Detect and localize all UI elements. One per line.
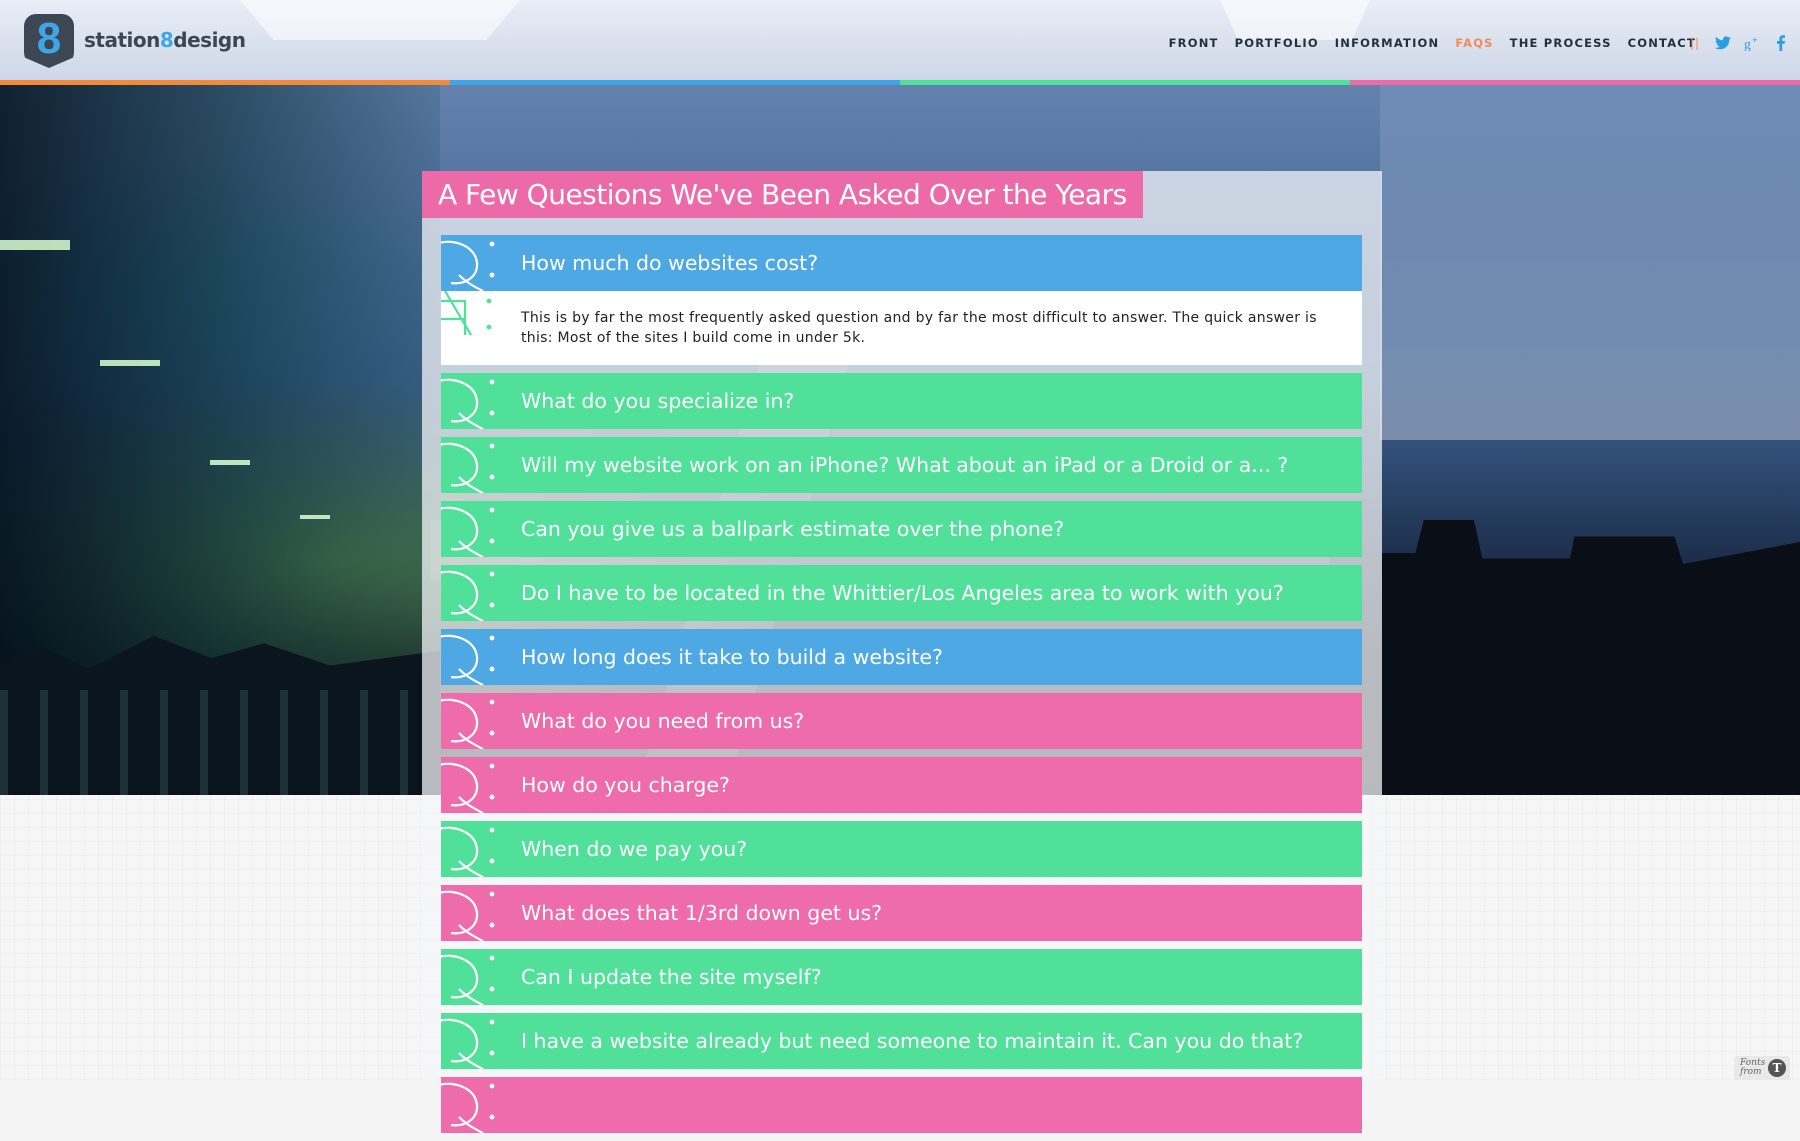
color-bar-orange <box>0 80 450 85</box>
page-title: A Few Questions We've Been Asked Over th… <box>438 178 1127 211</box>
logo-badge[interactable]: 8 <box>24 14 74 68</box>
question-mark-icon <box>438 565 501 622</box>
background-building <box>1382 520 1800 795</box>
question-mark-icon <box>438 437 501 494</box>
header-color-bar <box>0 80 1800 85</box>
faq-item: I have a website already but need someon… <box>438 1013 1362 1070</box>
faq-question-text: When do we pay you? <box>521 837 748 861</box>
page-title-box: A Few Questions We've Been Asked Over th… <box>422 171 1143 218</box>
logo-badge-number: 8 <box>36 14 62 63</box>
faq-question-row[interactable]: When do we pay you? <box>438 821 1362 878</box>
faq-item: How do you charge? <box>438 757 1362 814</box>
ceiling-light <box>300 515 330 519</box>
nav-item-contact[interactable]: CONTACT <box>1628 36 1696 50</box>
faq-item: How long does it take to build a website… <box>438 629 1362 686</box>
faq-question-text: What does that 1/3rd down get us? <box>521 901 883 925</box>
faq-item: Will my website work on an iPhone? What … <box>438 437 1362 494</box>
nav-item-faqs[interactable]: FAQS <box>1455 36 1493 50</box>
nav-item-front[interactable]: FRONT <box>1169 36 1219 50</box>
main-nav: FRONT PORTFOLIO INFORMATION FAQS THE PROCESS… <box>1169 36 1696 50</box>
question-mark-icon <box>438 757 501 814</box>
faq-item: What do you specialize in? <box>438 373 1362 430</box>
faq-question-row[interactable] <box>438 1077 1362 1134</box>
nav-item-portfolio[interactable]: PORTFOLIO <box>1235 36 1319 50</box>
color-bar-blue <box>450 80 900 85</box>
ceiling-light <box>0 240 70 250</box>
question-mark-icon <box>438 885 501 942</box>
question-mark-icon <box>438 821 501 878</box>
faq-question-row[interactable]: Can I update the site myself? <box>438 949 1362 1006</box>
faq-question-text: Will my website work on an iPhone? What … <box>521 453 1289 477</box>
faq-question-text: What do you specialize in? <box>521 389 795 413</box>
faq-question-row[interactable]: What do you specialize in? <box>438 373 1362 430</box>
facebook-icon[interactable] <box>1772 34 1790 52</box>
background-sky <box>1380 80 1800 440</box>
fonts-badge-line2: from <box>1740 1067 1762 1077</box>
question-mark-icon <box>438 1077 501 1134</box>
faq-question-row[interactable]: How do you charge? <box>438 757 1362 814</box>
faq-question-text: How much do websites cost? <box>521 251 819 275</box>
faq-question-text: How do you charge? <box>521 773 730 797</box>
logo-text-station: station <box>84 28 160 52</box>
nav-item-information[interactable]: INFORMATION <box>1335 36 1440 50</box>
question-mark-icon <box>438 373 501 430</box>
faq-item: Do I have to be located in the Whittier/… <box>438 565 1362 622</box>
faq-question-text: Can I update the site myself? <box>521 965 822 989</box>
nav-separator: || <box>1690 36 1701 50</box>
logo-text-eight: 8 <box>159 28 174 52</box>
question-mark-icon <box>438 235 501 292</box>
faq-answer: This is by far the most frequently asked… <box>441 290 1362 365</box>
question-mark-icon <box>438 693 501 750</box>
color-bar-green <box>900 80 1350 85</box>
faq-item: How much do websites cost? This is by far… <box>438 235 1362 365</box>
color-bar-pink <box>1350 80 1800 85</box>
twitter-icon[interactable] <box>1714 34 1732 52</box>
faq-list: How much do websites cost? This is by far… <box>438 235 1362 1141</box>
faq-question-row[interactable]: Do I have to be located in the Whittier/… <box>438 565 1362 622</box>
question-mark-icon <box>438 501 501 558</box>
site-header: 8 station8design FRONT PORTFOLIO INFORMATI… <box>0 0 1800 80</box>
fonts-badge[interactable]: Fonts from T <box>1734 1056 1790 1080</box>
logo-text-design: design <box>173 28 246 52</box>
faq-question-text: Can you give us a ballpark estimate over… <box>521 517 1065 541</box>
nav-item-the-process[interactable]: THE PROCESS <box>1510 36 1612 50</box>
ceiling-light <box>100 360 160 366</box>
header-glare <box>240 0 520 40</box>
faq-item: What does that 1/3rd down get us? <box>438 885 1362 942</box>
faq-item: What do you need from us? <box>438 693 1362 750</box>
faq-question-row[interactable]: How much do websites cost? <box>438 235 1362 292</box>
question-mark-icon <box>438 1013 501 1070</box>
faq-question-row[interactable]: What do you need from us? <box>438 693 1362 750</box>
ceiling-light <box>210 460 250 465</box>
faq-answer-text: This is by far the most frequently asked… <box>521 310 1317 346</box>
faq-item: Can you give us a ballpark estimate over… <box>438 501 1362 558</box>
faq-question-text: I have a website already but need someon… <box>521 1029 1304 1053</box>
typekit-icon: T <box>1768 1059 1786 1077</box>
faq-item: Can I update the site myself? <box>438 949 1362 1006</box>
svg-text:+: + <box>1752 35 1757 45</box>
faq-question-text: What do you need from us? <box>521 709 805 733</box>
faq-item: When do we pay you? <box>438 821 1362 878</box>
faq-question-row[interactable]: How long does it take to build a website… <box>438 629 1362 686</box>
google-plus-icon[interactable]: g + <box>1744 34 1762 52</box>
question-mark-icon <box>438 949 501 1006</box>
faq-question-text: Do I have to be located in the Whittier/… <box>521 581 1284 605</box>
faq-item <box>438 1077 1362 1134</box>
faq-question-row[interactable]: I have a website already but need someon… <box>438 1013 1362 1070</box>
svg-text:g: g <box>1744 36 1751 51</box>
faq-question-row[interactable]: Can you give us a ballpark estimate over… <box>438 501 1362 558</box>
faq-question-row[interactable]: What does that 1/3rd down get us? <box>438 885 1362 942</box>
header-glare <box>1220 0 1370 40</box>
faq-question-text: How long does it take to build a website… <box>521 645 943 669</box>
background-fence <box>0 690 440 795</box>
question-mark-icon <box>438 629 501 686</box>
answer-mark-icon <box>441 290 501 341</box>
logo-wordmark[interactable]: station8design <box>84 28 246 52</box>
faq-question-row[interactable]: Will my website work on an iPhone? What … <box>438 437 1362 494</box>
